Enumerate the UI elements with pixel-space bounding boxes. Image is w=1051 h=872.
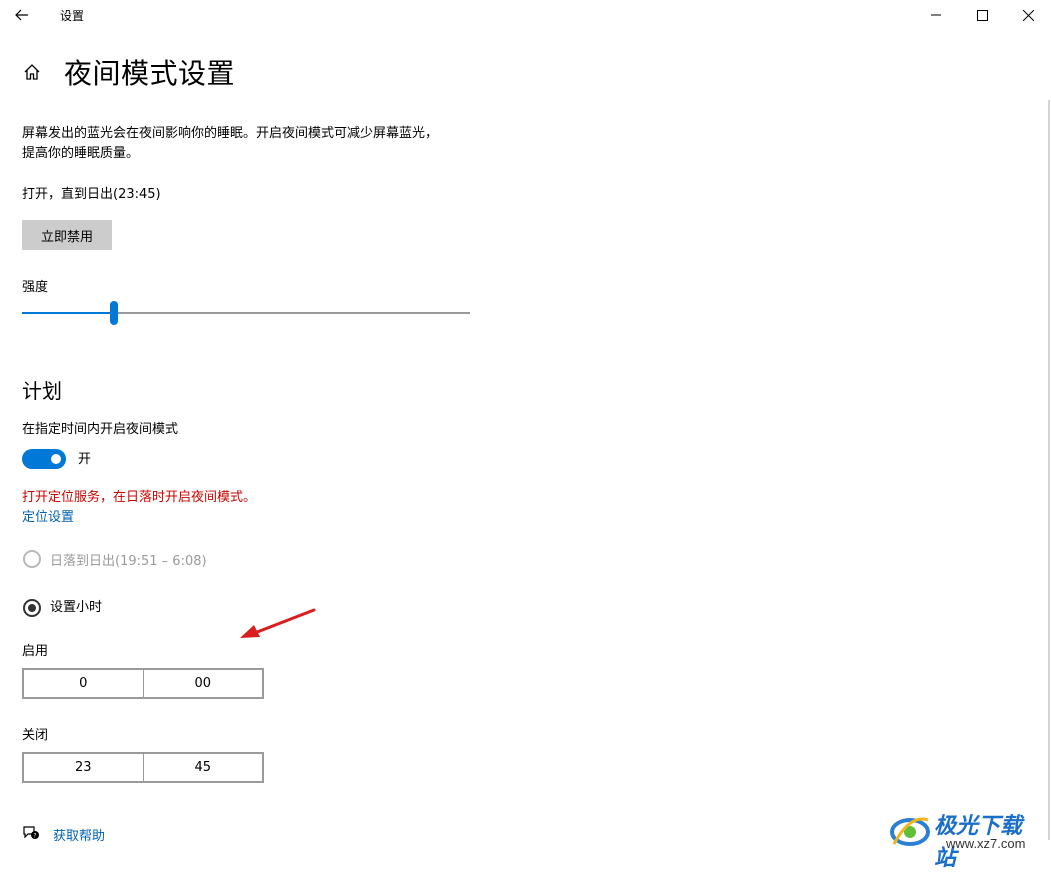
scrollbar[interactable] bbox=[1048, 100, 1050, 840]
description: 屏幕发出的蓝光会在夜间影响你的睡眠。开启夜间模式可减少屏幕蓝光， 提高你的睡眠质… bbox=[22, 124, 438, 164]
toggle-state-text: 开 bbox=[78, 452, 92, 467]
turn-on-time-picker[interactable]: 0 00 bbox=[22, 668, 264, 699]
watermark-swirl-icon bbox=[890, 817, 930, 846]
help-chat-icon: ? bbox=[23, 826, 39, 840]
description-line-1: 屏幕发出的蓝光会在夜间影响你的睡眠。开启夜间模式可减少屏幕蓝光， bbox=[22, 126, 439, 141]
disable-now-button[interactable]: 立即禁用 bbox=[22, 220, 112, 250]
back-arrow-icon bbox=[15, 9, 28, 21]
location-warning: 打开定位服务，在日落时开启夜间模式。 bbox=[22, 490, 257, 505]
schedule-toggle[interactable] bbox=[22, 449, 66, 469]
svg-text:?: ? bbox=[33, 833, 36, 840]
back-button[interactable] bbox=[10, 4, 34, 26]
turn-off-minute[interactable]: 45 bbox=[142, 754, 263, 781]
description-line-2: 提高你的睡眠质量。 bbox=[22, 146, 140, 161]
home-icon bbox=[24, 64, 40, 80]
turn-off-hour[interactable]: 23 bbox=[24, 754, 143, 781]
watermark-url: www.xz7.com bbox=[946, 836, 1026, 851]
turn-on-hour[interactable]: 0 bbox=[24, 670, 143, 697]
strength-slider-track[interactable] bbox=[114, 312, 470, 314]
strength-slider-thumb[interactable] bbox=[110, 301, 118, 325]
maximize-button[interactable] bbox=[959, 0, 1005, 30]
schedule-toggle-label: 在指定时间内开启夜间模式 bbox=[22, 422, 179, 437]
toggle-knob bbox=[51, 454, 61, 464]
watermark-logo: 极光下载站 www.xz7.com bbox=[888, 806, 1040, 870]
minimize-button[interactable] bbox=[913, 0, 959, 30]
turn-off-time-picker[interactable]: 23 45 bbox=[22, 752, 264, 783]
schedule-title: 计划 bbox=[22, 379, 62, 403]
page-title: 夜间模式设置 bbox=[64, 57, 236, 90]
turn-off-label: 关闭 bbox=[22, 728, 49, 743]
sunset-option-label: 日落到日出(19:51 – 6:08) bbox=[50, 554, 207, 569]
home-button[interactable] bbox=[20, 60, 44, 84]
maximize-icon bbox=[976, 9, 988, 21]
location-settings-link[interactable]: 定位设置 bbox=[22, 506, 74, 525]
turn-on-label: 启用 bbox=[22, 644, 49, 659]
radio-sunset-to-sunrise[interactable] bbox=[23, 550, 41, 568]
strength-slider-filled[interactable] bbox=[22, 312, 114, 314]
minimize-icon bbox=[931, 14, 941, 16]
annotation-arrow-icon bbox=[240, 608, 316, 638]
get-help-link[interactable]: 获取帮助 bbox=[53, 825, 105, 844]
set-hours-label: 设置小时 bbox=[50, 600, 103, 615]
radio-selected-dot bbox=[28, 604, 36, 612]
strength-label: 强度 bbox=[22, 280, 49, 295]
window-title: 设置 bbox=[60, 9, 85, 23]
turn-on-minute[interactable]: 00 bbox=[142, 670, 263, 697]
radio-set-hours[interactable] bbox=[23, 599, 41, 617]
status-text: 打开，直到日出(23:45) bbox=[22, 187, 161, 202]
close-icon bbox=[1022, 9, 1034, 21]
close-button[interactable] bbox=[1005, 0, 1051, 30]
